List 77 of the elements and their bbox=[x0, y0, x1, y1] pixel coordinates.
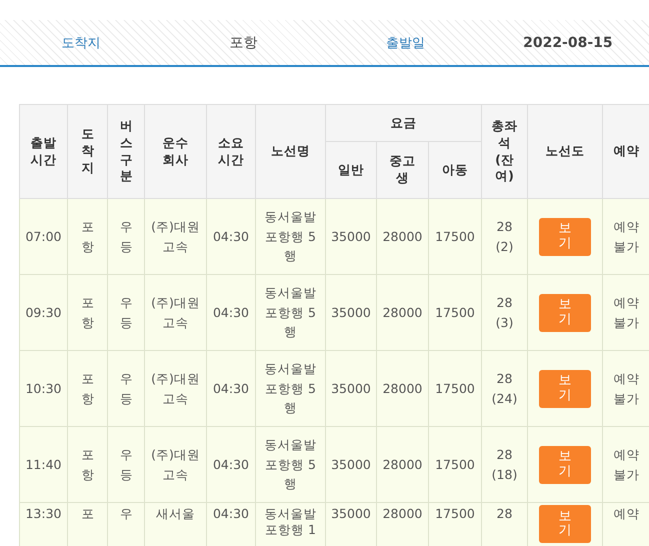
table-cell: 35000 bbox=[326, 198, 376, 274]
table-cell: 우등 bbox=[108, 350, 144, 426]
column-header: 버스구분 bbox=[108, 104, 144, 198]
table-cell: 04:30 bbox=[206, 426, 256, 502]
table-cell: 28 (2) bbox=[482, 198, 528, 274]
table-cell: 새서울 bbox=[144, 502, 206, 546]
table-cell: 04:30 bbox=[206, 502, 256, 546]
table-cell: 포항 bbox=[68, 350, 108, 426]
table-cell: 28000 bbox=[376, 426, 428, 502]
table-cell: 포 bbox=[68, 502, 108, 546]
column-header: 예약 bbox=[602, 104, 649, 198]
table-cell: 10:30 bbox=[20, 350, 68, 426]
table-cell: 28000 bbox=[376, 350, 428, 426]
column-header: 노선명 bbox=[256, 104, 326, 198]
table-cell: 35000 bbox=[326, 426, 376, 502]
table-cell: 예약 bbox=[602, 502, 649, 546]
table-cell: 포항 bbox=[68, 198, 108, 274]
column-header: 총좌석(잔여) bbox=[482, 104, 528, 198]
table-cell: 포항 bbox=[68, 274, 108, 350]
column-header: 노선도 bbox=[528, 104, 602, 198]
table-cell: 07:00 bbox=[20, 198, 68, 274]
table-cell: 35000 bbox=[326, 350, 376, 426]
column-header: 출발시간 bbox=[20, 104, 68, 198]
table-cell: 17500 bbox=[428, 274, 482, 350]
table-cell: 04:30 bbox=[206, 198, 256, 274]
table-cell: 예약불가 bbox=[602, 426, 649, 502]
summary-label: 출발일 bbox=[386, 34, 426, 52]
table-cell: (주)대원 고속 bbox=[144, 350, 206, 426]
table-cell: 우등 bbox=[108, 426, 144, 502]
view-button[interactable]: 보기 bbox=[539, 505, 591, 543]
table-cell: 09:30 bbox=[20, 274, 68, 350]
table-cell: 28 bbox=[482, 502, 528, 546]
table-cell: 28000 bbox=[376, 502, 428, 546]
table-cell: 예약불가 bbox=[602, 198, 649, 274]
table-cell: 35000 bbox=[326, 274, 376, 350]
table-cell: 17500 bbox=[428, 426, 482, 502]
column-header: 아동 bbox=[428, 142, 482, 198]
table-cell: 11:40 bbox=[20, 426, 68, 502]
table-cell: 동서울발 포항행 5행 bbox=[256, 350, 326, 426]
view-button[interactable]: 보기 bbox=[539, 294, 591, 332]
summary-value: 포항 bbox=[229, 34, 258, 52]
table-cell: 우등 bbox=[108, 274, 144, 350]
table-cell: (주)대원 고속 bbox=[144, 274, 206, 350]
table-cell: 우등 bbox=[108, 198, 144, 274]
table-cell: 17500 bbox=[428, 198, 482, 274]
table-cell: (주)대원 고속 bbox=[144, 198, 206, 274]
table-cell: 04:30 bbox=[206, 274, 256, 350]
table-cell: 동서울발 포항행 5행 bbox=[256, 198, 326, 274]
table-cell: 28 (3) bbox=[482, 274, 528, 350]
table-cell: 우 bbox=[108, 502, 144, 546]
table-cell: 28 (24) bbox=[482, 350, 528, 426]
table-cell: 예약불가 bbox=[602, 274, 649, 350]
table-cell: 28000 bbox=[376, 274, 428, 350]
table-cell: 28000 bbox=[376, 198, 428, 274]
table-cell: 17500 bbox=[428, 350, 482, 426]
table-cell: 동서울발 포항행 5행 bbox=[256, 426, 326, 502]
summary-value: 2022-08-15 bbox=[523, 34, 613, 50]
table-cell: 동서울발 포항행 5행 bbox=[256, 274, 326, 350]
view-button[interactable]: 보기 bbox=[539, 446, 591, 484]
column-header: 요금 bbox=[326, 104, 482, 142]
table-cell: 포항 bbox=[68, 426, 108, 502]
column-header: 도착지 bbox=[68, 104, 108, 198]
column-header: 중고생 bbox=[376, 142, 428, 198]
view-button[interactable]: 보기 bbox=[539, 370, 591, 408]
table-cell: 동서울발 포항행 1 bbox=[256, 502, 326, 546]
column-header: 운수회사 bbox=[144, 104, 206, 198]
table-cell: 예약불가 bbox=[602, 350, 649, 426]
table-cell: 17500 bbox=[428, 502, 482, 546]
table-cell: 28 (18) bbox=[482, 426, 528, 502]
table-cell: (주)대원 고속 bbox=[144, 426, 206, 502]
summary-label: 도착지 bbox=[62, 34, 101, 52]
table-cell: 35000 bbox=[326, 502, 376, 546]
table-cell: 04:30 bbox=[206, 350, 256, 426]
column-header: 소요시간 bbox=[206, 104, 256, 198]
table-cell: 13:30 bbox=[20, 502, 68, 546]
column-header: 일반 bbox=[326, 142, 376, 198]
view-button[interactable]: 보기 bbox=[539, 218, 591, 256]
